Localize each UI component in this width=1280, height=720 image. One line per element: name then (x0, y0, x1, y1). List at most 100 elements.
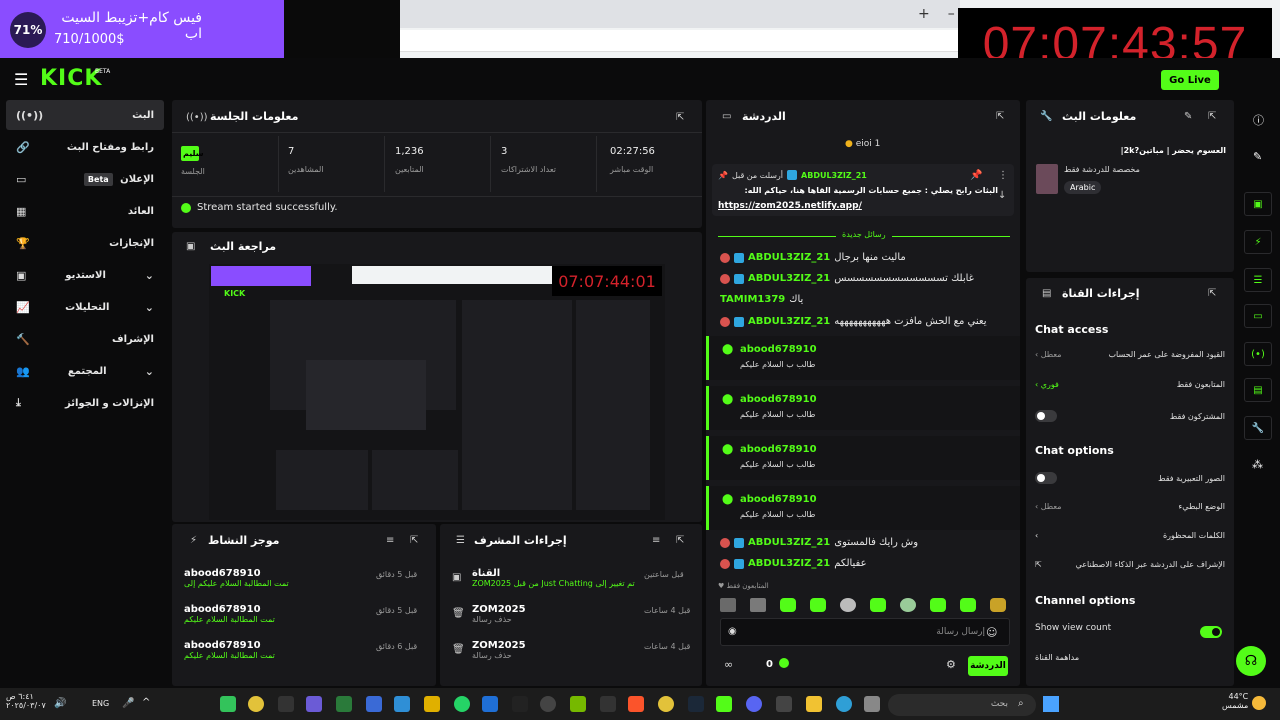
chat-input[interactable]: إرسال رسالة (720, 618, 1010, 646)
chat-user[interactable]: ABDUL3ZIZ_21 (748, 273, 830, 284)
sub-user[interactable]: abood678910 (740, 344, 817, 355)
chat-send-button[interactable]: الدردشة (968, 656, 1008, 676)
obs-icon[interactable] (540, 696, 556, 712)
emote-only-row[interactable]: الصور التعبيرية فقط (1035, 472, 1225, 484)
unpin-icon[interactable]: 📌 (970, 170, 982, 181)
sidebar-item-community[interactable]: ⌄ المجتمع 👥 (6, 356, 164, 386)
sub-user[interactable]: abood678910 (740, 494, 817, 505)
sidebar-item-moderation[interactable]: الإشراف 🔨 (6, 324, 164, 354)
emote-icon[interactable] (840, 598, 856, 612)
discord-icon[interactable] (746, 696, 762, 712)
emote-icon[interactable] (750, 598, 766, 612)
window-controls[interactable]: + – (918, 6, 955, 22)
app-icon[interactable] (366, 696, 382, 712)
help-button[interactable]: ☊ (1236, 646, 1266, 676)
category-name[interactable]: مخصصة للدردشة فقط (1064, 165, 1140, 174)
chat-user[interactable]: ABDUL3ZIZ_21 (748, 252, 830, 263)
filter-icon[interactable]: ≡ (652, 535, 660, 546)
chat-user[interactable]: ABDUL3ZIZ_21 (748, 558, 830, 569)
kick-icon[interactable] (716, 696, 732, 712)
sidebar-item-analytics[interactable]: ⌄ التحليلات 📈 (6, 292, 164, 322)
popout-icon[interactable]: ⇱ (410, 535, 418, 546)
kick-logo[interactable]: KICK (40, 66, 102, 91)
account-age-row[interactable]: القيود المفروضة على عمر الحساب معطل › (1035, 350, 1225, 359)
app-icon[interactable] (394, 696, 410, 712)
emote-icon[interactable] (720, 598, 736, 612)
ai-moderation-row[interactable]: الإشراف على الدردشة عبر الذكاء الاصطناعي… (1035, 560, 1225, 569)
sub-user[interactable]: abood678910 (740, 394, 817, 405)
bolt-icon[interactable]: ⚡ (1244, 230, 1272, 254)
folder-icon[interactable] (806, 696, 822, 712)
sidebar-item-studio[interactable]: ⌄ الاستديو ▣ (6, 260, 164, 290)
slow-mode-row[interactable]: الوضع البطيء معطل › (1035, 502, 1225, 511)
sidebar-item-achievements[interactable]: الإنجازات 🏆 (6, 228, 164, 258)
app-icon[interactable] (220, 696, 236, 712)
app-icon[interactable] (424, 696, 440, 712)
chat-user[interactable]: ABDUL3ZIZ_21 (748, 316, 830, 327)
emote-icon[interactable] (930, 598, 946, 612)
popout-icon[interactable]: ⇱ (1208, 111, 1216, 122)
emote-icon[interactable] (810, 598, 826, 612)
settings-gear-icon[interactable]: ⚙ (946, 658, 956, 671)
whatsapp-icon[interactable] (454, 696, 470, 712)
emote-icon[interactable] (870, 598, 886, 612)
menu-icon[interactable]: ☰ (14, 70, 28, 89)
taskbar-search[interactable]: بحث (888, 694, 1036, 716)
emote-icon[interactable] (960, 598, 976, 612)
subscribers-only-toggle[interactable] (1035, 410, 1057, 422)
nvidia-icon[interactable] (570, 696, 586, 712)
app-icon[interactable] (482, 696, 498, 712)
community-icon[interactable]: ⁂ (1252, 458, 1263, 471)
volume-icon[interactable]: 🔊 (54, 698, 66, 709)
reward-icon[interactable]: ◉ (728, 626, 737, 637)
infinity-icon[interactable]: ∞ (724, 658, 733, 671)
sidebar-item-ads[interactable]: الإعلان Beta ▭ (6, 164, 164, 194)
sidebar-item-stream[interactable]: البث ((•)) (6, 100, 164, 130)
emote-icon[interactable] (990, 598, 1006, 612)
chat-user[interactable]: ABDUL3ZIZ_21 (748, 537, 830, 548)
chat-user[interactable]: TAMIM1379 (720, 294, 785, 305)
channel-icon[interactable]: ▤ (1244, 378, 1272, 402)
app-icon[interactable] (336, 696, 352, 712)
epic-icon[interactable] (278, 696, 294, 712)
sidebar-item-revenue[interactable]: العائد ▦ (6, 196, 164, 226)
popout-icon[interactable]: ⇱ (676, 535, 684, 546)
emote-bar[interactable] (720, 598, 1006, 612)
steam-icon[interactable] (688, 696, 704, 712)
filter-icon[interactable]: ≡ (386, 535, 394, 546)
raid-channel-label[interactable]: مداهمة القناة (1035, 653, 1079, 662)
popout-icon[interactable]: ⇱ (676, 112, 684, 123)
emote-icon[interactable] (900, 598, 916, 612)
preview-icon[interactable]: ▣ (1244, 192, 1272, 216)
edge-icon[interactable] (836, 696, 852, 712)
popout-icon[interactable]: ⇱ (996, 111, 1004, 122)
browser-address-bar[interactable] (400, 30, 960, 52)
language-indicator[interactable]: ENG (92, 699, 109, 708)
pinned-link[interactable]: https://zom2025.netlify.app/ (718, 201, 862, 211)
show-view-count-toggle[interactable] (1200, 626, 1222, 638)
go-live-button[interactable]: Go Live (1161, 70, 1219, 90)
mic-icon[interactable]: 🎤 (122, 698, 134, 709)
wrench-icon[interactable]: 🔧 (1244, 416, 1272, 440)
edit-icon[interactable]: ✎ (1184, 111, 1192, 122)
app-icon[interactable] (306, 696, 322, 712)
pencil-icon[interactable]: ✎ (1253, 150, 1262, 163)
tray-chevron-icon[interactable]: ^ (142, 697, 150, 708)
brave-icon[interactable] (628, 696, 644, 712)
chrome-icon[interactable] (658, 696, 674, 712)
list-icon[interactable]: ☰ (1244, 268, 1272, 292)
capcut-icon[interactable] (512, 696, 528, 712)
more-icon[interactable]: ⋮ (998, 170, 1008, 181)
windows-start-icon[interactable] (1043, 696, 1059, 712)
emoji-icon[interactable]: ☺ (986, 626, 997, 639)
epic-icon[interactable] (600, 696, 616, 712)
banned-words-row[interactable]: الكلمات المحظورة › (1035, 531, 1225, 540)
new-tab-icon[interactable]: + (918, 6, 930, 22)
app-icon[interactable] (864, 696, 880, 712)
info-icon[interactable]: ⓘ (1253, 112, 1264, 128)
store-icon[interactable] (776, 696, 792, 712)
emote-icon[interactable] (780, 598, 796, 612)
minimize-icon[interactable]: – (948, 6, 955, 22)
subscribers-only-row[interactable]: المشتركون فقط (1035, 410, 1225, 422)
chrome-icon[interactable] (248, 696, 264, 712)
